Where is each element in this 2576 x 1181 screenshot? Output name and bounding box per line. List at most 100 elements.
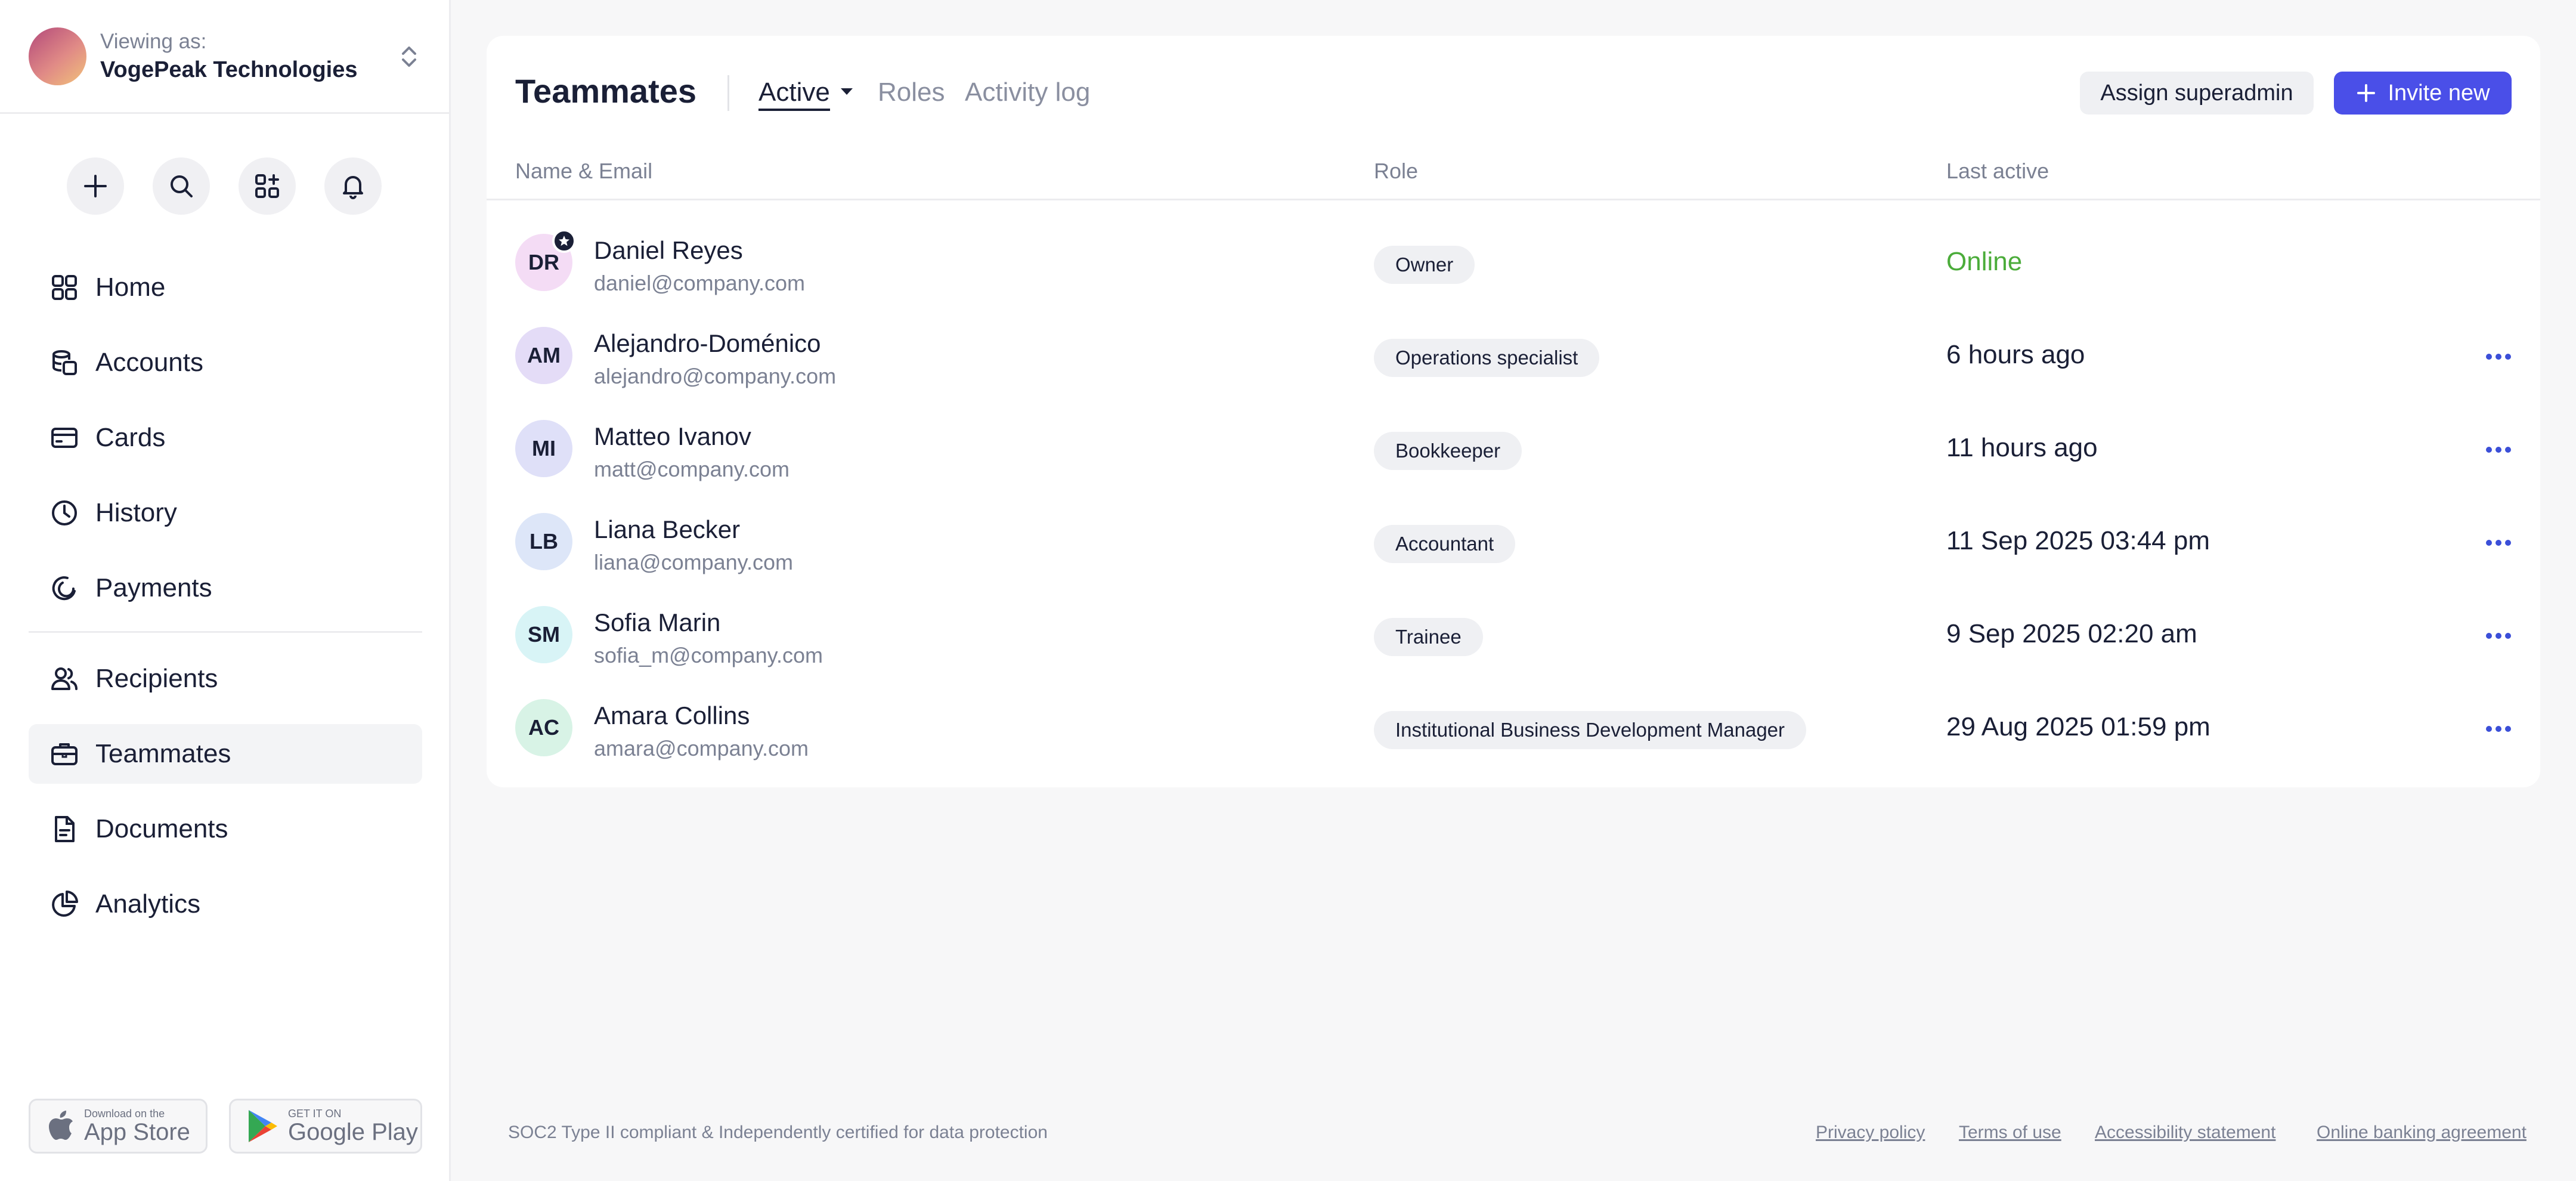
apps-icon — [255, 174, 279, 198]
sidebar-item-label: Documents — [95, 814, 228, 843]
add-button[interactable] — [67, 157, 124, 215]
card-icon — [48, 421, 81, 455]
sidebar-item-label: Payments — [95, 573, 212, 602]
chevron-up-down-icon[interactable] — [396, 42, 422, 72]
app-store-small-text: Download on the — [84, 1108, 165, 1120]
table-row[interactable]: AM Alejandro-Doménico alejandro@company.… — [487, 309, 2540, 402]
more-options-icon[interactable] — [2482, 619, 2515, 653]
assign-superadmin-label: Assign superadmin — [2100, 80, 2293, 106]
apps-button[interactable] — [239, 157, 296, 215]
sidebar-item-label: Analytics — [95, 889, 201, 919]
more-options-icon[interactable] — [2482, 433, 2515, 466]
table-row[interactable]: DR Daniel Reyes daniel@company.com Owner… — [487, 216, 2540, 309]
company-avatar — [29, 27, 86, 85]
sidebar-item-recipients[interactable]: Recipients — [29, 649, 422, 709]
tab-roles[interactable]: Roles — [878, 78, 945, 107]
teammate-name: Amara Collins — [594, 701, 750, 729]
google-play-text: Google Play — [288, 1119, 418, 1145]
sidebar-item-label: Teammates — [95, 739, 231, 768]
card-header: Teammates Active Roles Activity log Assi… — [487, 36, 2540, 149]
terms-of-use-link[interactable]: Terms of use — [1959, 1123, 2061, 1143]
more-options-icon[interactable] — [2482, 526, 2515, 559]
last-active: 6 hours ago — [1946, 340, 2085, 369]
apple-icon — [49, 1111, 73, 1140]
tab-activity-log[interactable]: Activity log — [965, 78, 1090, 107]
table-row[interactable]: AC Amara Collins amara@company.com Insti… — [487, 681, 2540, 774]
google-play-icon — [249, 1110, 277, 1142]
privacy-policy-link[interactable]: Privacy policy — [1816, 1123, 1925, 1143]
last-active: 29 Aug 2025 01:59 pm — [1946, 712, 2210, 741]
document-icon — [48, 812, 81, 846]
divider — [727, 75, 729, 111]
google-play-badge[interactable]: GET IT ON Google Play — [229, 1099, 422, 1154]
teammate-name: Sofia Marin — [594, 608, 721, 636]
google-play-small-text: GET IT ON — [288, 1108, 342, 1120]
sidebar-item-history[interactable]: History — [29, 483, 422, 543]
compliance-note: SOC2 Type II compliant & Independently c… — [508, 1123, 1048, 1142]
teammate-email: alejandro@company.com — [594, 364, 837, 388]
quick-actions — [67, 157, 382, 215]
accessibility-statement-link[interactable]: Accessibility statement — [2095, 1123, 2275, 1143]
plus-icon — [84, 175, 107, 197]
divider — [29, 631, 422, 633]
table-row[interactable]: SM Sofia Marin sofia_m@company.com Train… — [487, 588, 2540, 681]
notifications-button[interactable] — [324, 157, 382, 215]
divider — [0, 112, 451, 114]
avatar: MI — [515, 420, 572, 477]
role-badge: Institutional Business Development Manag… — [1374, 711, 1807, 749]
teammate-name: Liana Becker — [594, 515, 741, 543]
coins-icon — [48, 346, 81, 379]
home-grid-icon — [48, 271, 81, 304]
owner-star-icon — [552, 229, 576, 253]
table-row[interactable]: LB Liana Becker liana@company.com Accoun… — [487, 495, 2540, 588]
tab-active[interactable]: Active — [758, 78, 830, 111]
sidebar-item-documents[interactable]: Documents — [29, 799, 422, 859]
teammates-card: Teammates Active Roles Activity log Assi… — [487, 36, 2540, 787]
last-active: 11 hours ago — [1946, 433, 2098, 462]
teammate-name: Matteo Ivanov — [594, 422, 751, 450]
clock-icon — [48, 496, 81, 530]
role-badge: Operations specialist — [1374, 339, 1600, 377]
sidebar-item-payments[interactable]: Payments — [29, 558, 422, 618]
search-button[interactable] — [153, 157, 210, 215]
more-options-icon[interactable] — [2482, 340, 2515, 373]
plus-icon — [2357, 84, 2376, 102]
sidebar-item-home[interactable]: Home — [29, 258, 422, 317]
app-store-badge[interactable]: Download on the App Store — [29, 1099, 208, 1154]
company-name: VogePeak Technologies — [100, 57, 358, 82]
sidebar-item-label: Accounts — [95, 348, 203, 377]
online-banking-agreement-link[interactable]: Online banking agreement — [2317, 1123, 2527, 1143]
role-badge: Trainee — [1374, 618, 1483, 656]
teammate-email: amara@company.com — [594, 736, 809, 760]
teammate-email: liana@company.com — [594, 550, 794, 574]
role-badge: Bookkeeper — [1374, 432, 1522, 470]
payments-icon — [48, 571, 81, 605]
sidebar-item-accounts[interactable]: Accounts — [29, 333, 422, 392]
sidebar: Viewing as: VogePeak Technologies Home A… — [0, 0, 451, 1181]
more-options-icon[interactable] — [2482, 712, 2515, 746]
avatar: AC — [515, 699, 572, 756]
sidebar-item-cards[interactable]: Cards — [29, 408, 422, 468]
account-switcher[interactable]: Viewing as: VogePeak Technologies — [29, 26, 422, 86]
sidebar-item-label: Home — [95, 273, 166, 302]
column-header-role: Role — [1374, 159, 1419, 183]
teammate-email: matt@company.com — [594, 457, 789, 481]
teammate-email: sofia_m@company.com — [594, 643, 823, 667]
table-header: Name & Email Role Last active — [487, 155, 2540, 200]
app-store-text: App Store — [84, 1119, 190, 1145]
caret-down-icon[interactable] — [840, 87, 854, 100]
sidebar-item-teammates[interactable]: Teammates — [29, 724, 422, 784]
last-active: 11 Sep 2025 03:44 pm — [1946, 526, 2210, 555]
teammate-name: Daniel Reyes — [594, 236, 743, 264]
teammate-email: daniel@company.com — [594, 271, 806, 295]
column-header-last-active: Last active — [1946, 159, 2049, 183]
invite-new-label: Invite new — [2388, 80, 2490, 106]
table-row[interactable]: MI Matteo Ivanov matt@company.com Bookke… — [487, 402, 2540, 495]
role-badge: Owner — [1374, 246, 1475, 284]
avatar: AM — [515, 327, 572, 384]
bell-icon — [343, 176, 363, 199]
role-badge: Accountant — [1374, 525, 1516, 563]
assign-superadmin-button[interactable]: Assign superadmin — [2080, 72, 2314, 115]
sidebar-item-analytics[interactable]: Analytics — [29, 874, 422, 934]
invite-new-button[interactable]: Invite new — [2334, 72, 2512, 115]
